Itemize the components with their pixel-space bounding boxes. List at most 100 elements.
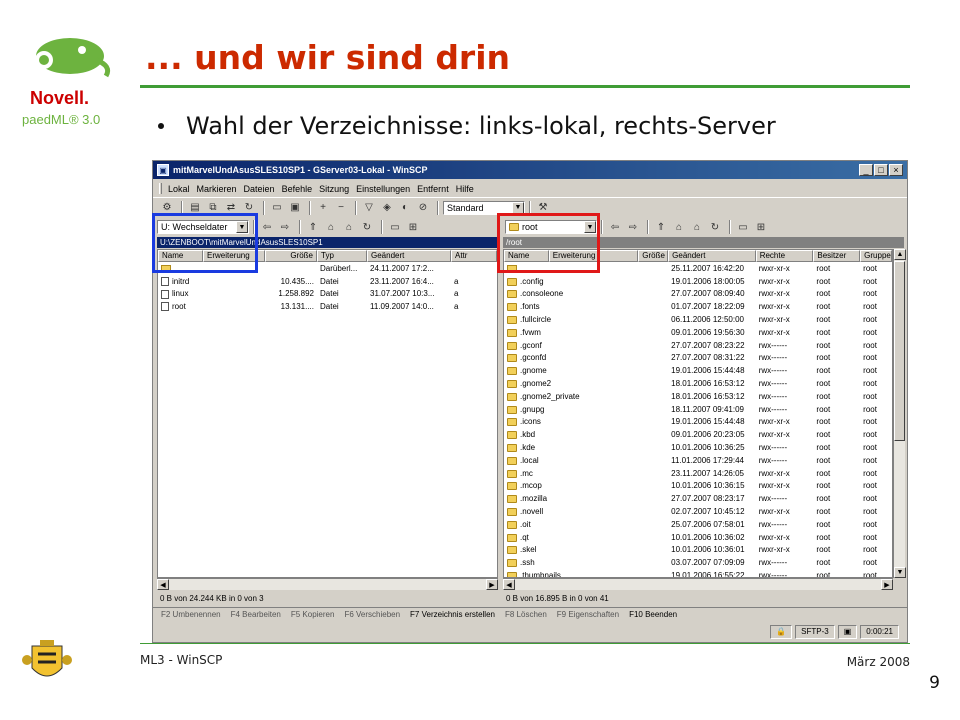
column-header-owner[interactable]: Besitzer [813, 250, 861, 262]
table-row[interactable]: .gnupg 18.11.2007 09:41:09 rwx------ root ro… [504, 403, 892, 416]
table-row[interactable]: .gnome 19.01.2006 15:44:48 rwx------ root ro… [504, 364, 892, 377]
left-horizontal-scrollbar[interactable]: ◀ ▶ [157, 578, 498, 590]
table-row[interactable]: root 13.131.... Datei 11.09.2007 14:0... a [158, 300, 497, 313]
file-name: .icons [520, 417, 541, 427]
fkey-create-directory-button[interactable]: F7 Verzeichnis erstellen [410, 610, 495, 619]
table-row[interactable]: .mcop 10.01.2006 10:36:15 rwxr-xr-x root roo… [504, 480, 892, 493]
tree-icon[interactable]: ⊞ [753, 220, 769, 234]
column-header-changed[interactable]: Geändert [367, 250, 451, 262]
window-titlebar[interactable]: ▣ mitMarvelUndAsusSLES10SP1 - GServer03-… [153, 161, 907, 179]
open-folder-icon[interactable]: ▭ [735, 220, 751, 234]
open-folder-icon[interactable]: ▭ [387, 220, 403, 234]
parent-dir-icon[interactable]: ⇑ [305, 220, 321, 234]
folder-icon [507, 507, 517, 516]
table-row[interactable]: .thumbnails 19.01.2006 16:55:22 rwx------ r… [504, 569, 892, 577]
file-rights: rwxr-xr-x [758, 532, 790, 542]
table-row[interactable]: .config 19.01.2006 18:00:05 rwxr-xr-x root r… [504, 275, 892, 288]
tree-icon[interactable]: ⊞ [405, 220, 421, 234]
info-icon[interactable]: ◐ [397, 201, 413, 215]
table-row[interactable]: .oit 25.07.2006 07:58:01 rwx------ root root [504, 518, 892, 531]
table-row[interactable]: .gconfd 27.07.2007 08:31:22 rwx------ root r… [504, 352, 892, 365]
add-icon[interactable]: + [315, 201, 331, 215]
filter-icon[interactable]: ▽ [361, 201, 377, 215]
remove-icon[interactable]: − [333, 201, 349, 215]
tools-icon[interactable]: ◈ [379, 201, 395, 215]
close-button[interactable]: × [889, 164, 903, 176]
console-icon[interactable]: ▭ [269, 201, 285, 215]
table-row[interactable]: .ssh 03.07.2007 07:09:09 rwx------ root root [504, 556, 892, 569]
table-row[interactable]: .kde 10.01.2006 10:36:25 rwx------ root root [504, 441, 892, 454]
scroll-down-icon[interactable]: ▼ [894, 567, 906, 578]
fkey-delete-button[interactable]: F8 Löschen [505, 610, 547, 619]
scroll-left-icon[interactable]: ◀ [157, 579, 169, 590]
column-header-type[interactable]: Typ [317, 250, 367, 262]
menu-befehle[interactable]: Befehle [282, 184, 313, 194]
table-row[interactable]: .fonts 01.07.2007 18:22:09 rwxr-xr-x root ro… [504, 300, 892, 313]
forward-icon[interactable]: ⇨ [625, 220, 641, 234]
column-header-changed[interactable]: Geändert [668, 250, 756, 262]
protocol-status: SFTP-3 [795, 625, 835, 639]
scroll-thumb[interactable] [894, 261, 905, 441]
table-row[interactable]: .gnome2_private 18.01.2006 16:53:12 rwx---… [504, 390, 892, 403]
menu-dateien[interactable]: Dateien [244, 184, 275, 194]
parent-dir-icon[interactable]: ⇑ [653, 220, 669, 234]
menu-hilfe[interactable]: Hilfe [456, 184, 474, 194]
table-row[interactable]: .kbd 09.01.2006 20:23:05 rwxr-xr-x root root [504, 428, 892, 441]
table-row[interactable]: .fullcircle 06.11.2006 12:50:00 rwxr-xr-x r… [504, 313, 892, 326]
column-header-size[interactable]: Größe [638, 250, 669, 262]
table-row[interactable]: initrd 10.435.... Datei 23.11.2007 16:4... a [158, 275, 497, 288]
right-vertical-scrollbar[interactable]: ▲ ▼ [893, 249, 906, 578]
table-row[interactable]: .icons 19.01.2006 15:44:48 rwxr-xr-x root ro… [504, 416, 892, 429]
disabled-icon[interactable]: ⊘ [415, 201, 431, 215]
minimize-button[interactable]: _ [859, 164, 873, 176]
fkey-properties-button[interactable]: F9 Eigenschaften [557, 610, 619, 619]
table-row[interactable]: .fvwm 09.01.2006 19:56:30 rwxr-xr-x root roo… [504, 326, 892, 339]
fkey-move-button[interactable]: F6 Verschieben [344, 610, 400, 619]
column-header-attr[interactable]: Attr [451, 250, 497, 262]
chevron-down-icon[interactable]: ▼ [512, 201, 524, 214]
table-row[interactable]: .consoleone 27.07.2007 08:09:40 rwxr-xr-x r… [504, 288, 892, 301]
refresh-icon[interactable]: ↻ [707, 220, 723, 234]
scroll-right-icon[interactable]: ▶ [486, 579, 498, 590]
file-owner: root [816, 379, 831, 389]
root-dir-icon[interactable]: ⌂ [323, 220, 339, 234]
forward-icon[interactable]: ⇨ [277, 220, 293, 234]
file-owner: root [816, 430, 831, 440]
refresh-icon[interactable]: ↻ [359, 220, 375, 234]
root-dir-icon[interactable]: ⌂ [671, 220, 687, 234]
menu-einstellungen[interactable]: Einstellungen [356, 184, 410, 194]
scroll-up-icon[interactable]: ▲ [894, 249, 906, 260]
fkey-copy-button[interactable]: F5 Kopieren [291, 610, 335, 619]
table-row[interactable]: .gconf 27.07.2007 08:23:22 rwx------ root ro… [504, 339, 892, 352]
menu-markieren[interactable]: Markieren [197, 184, 237, 194]
back-icon[interactable]: ⇦ [607, 220, 623, 234]
maximize-button[interactable]: □ [874, 164, 888, 176]
table-row[interactable]: .qt 10.01.2006 10:36:02 rwxr-xr-x root root [504, 531, 892, 544]
menu-sitzung[interactable]: Sitzung [319, 184, 349, 194]
table-row[interactable]: .skel 10.01.2006 10:36:01 rwxr-xr-x root roo… [504, 544, 892, 557]
table-row[interactable]: .local 11.01.2006 17:29:44 rwx------ root ro… [504, 454, 892, 467]
back-icon[interactable]: ⇦ [259, 220, 275, 234]
scroll-right-icon[interactable]: ▶ [881, 579, 893, 590]
home-dir-icon[interactable]: ⌂ [689, 220, 705, 234]
table-row[interactable]: .gnome2 18.01.2006 16:53:12 rwx------ root r… [504, 377, 892, 390]
menu-lokal[interactable]: Lokal [168, 184, 190, 194]
fkey-rename-button[interactable]: F2 Umbenennen [161, 610, 221, 619]
scroll-left-icon[interactable]: ◀ [503, 579, 515, 590]
table-row[interactable]: .mozilla 27.07.2007 08:23:17 rwx------ root… [504, 492, 892, 505]
table-row[interactable]: .mc 23.11.2007 14:26:05 rwxr-xr-x root root [504, 467, 892, 480]
putty-icon[interactable]: ▣ [287, 201, 303, 215]
fkey-edit-button[interactable]: F4 Bearbeiten [231, 610, 281, 619]
right-horizontal-scrollbar[interactable]: ◀ ▶ [503, 578, 893, 590]
column-header-rights[interactable]: Rechte [755, 250, 814, 262]
slide-title: ... und wir sind drin [145, 38, 511, 77]
file-changed: 18.11.2007 09:41:09 [671, 404, 744, 414]
column-header-group[interactable]: Gruppe [860, 250, 892, 262]
fkey-quit-button[interactable]: F10 Beenden [629, 610, 677, 619]
file-owner: root [816, 494, 831, 504]
table-row[interactable]: .novell 02.07.2007 10:45:12 rwxr-xr-x root r… [504, 505, 892, 518]
home-dir-icon[interactable]: ⌂ [341, 220, 357, 234]
menu-entfernt[interactable]: Entfernt [417, 184, 449, 194]
table-row[interactable]: linux 1.258.892 Datei 31.07.2007 10:3... a [158, 288, 497, 301]
column-header-size[interactable]: Größe [265, 250, 317, 262]
